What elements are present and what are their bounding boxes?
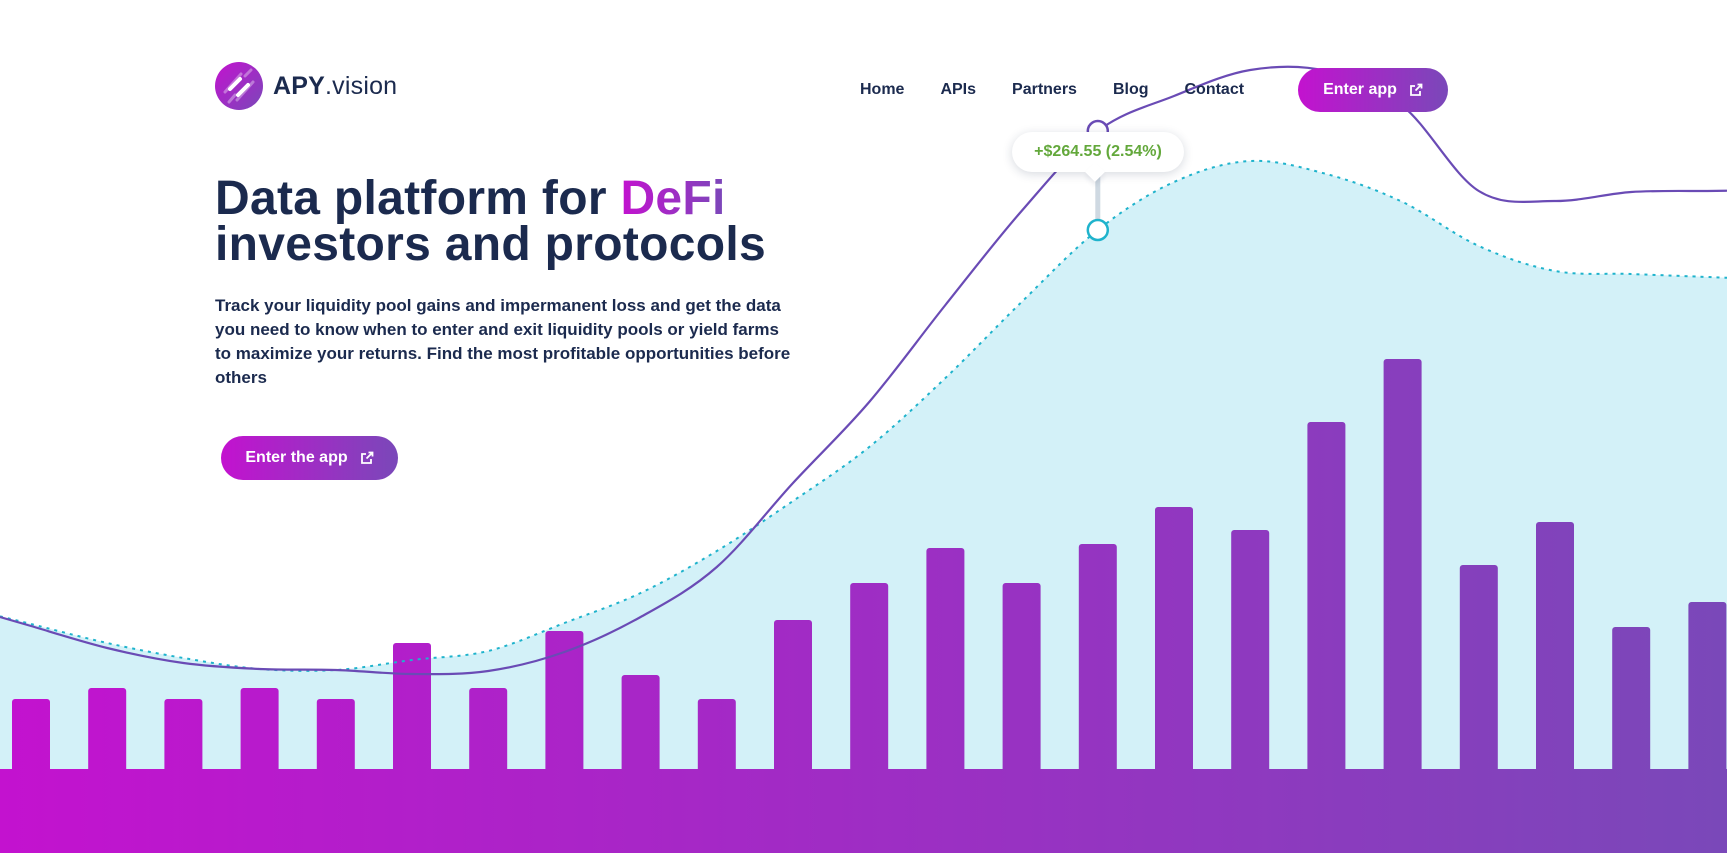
logo-brand-bold: APY xyxy=(273,71,326,100)
enter-app-button-label: Enter app xyxy=(1323,81,1397,98)
chart-bar xyxy=(621,675,660,773)
main-nav: Home APIs Partners Blog Contact xyxy=(860,68,1280,112)
enter-the-app-button[interactable]: Enter the app xyxy=(221,436,398,480)
chart-bar xyxy=(164,699,203,773)
chart-bar xyxy=(393,643,431,773)
nav-link-contact[interactable]: Contact xyxy=(1185,68,1245,112)
chart-bar xyxy=(240,688,279,773)
chart-bar xyxy=(1383,359,1422,773)
external-link-icon xyxy=(360,451,374,464)
chart-baseline-band xyxy=(0,769,1727,853)
chart-bar xyxy=(697,699,736,773)
logo-brand-rest: .vision xyxy=(325,71,398,100)
hero-title-line2: investors and protocols xyxy=(215,218,767,271)
logo-link[interactable]: APY.vision xyxy=(215,62,397,110)
hero-description: Track your liquidity pool gains and impe… xyxy=(215,296,791,387)
chart-bar xyxy=(850,583,889,773)
chart-bar xyxy=(1307,422,1346,773)
enter-the-app-button-label: Enter the app xyxy=(245,449,348,466)
hero-section: Data platform for DeFi investors and pro… xyxy=(215,175,835,390)
chart-bar xyxy=(1536,522,1574,773)
chart-bar xyxy=(926,548,965,773)
nav-link-home[interactable]: Home xyxy=(860,68,904,112)
chart-bar xyxy=(469,688,508,773)
nav-link-partners[interactable]: Partners xyxy=(1012,68,1077,112)
gain-tooltip: +$264.55 (2.54%) xyxy=(1012,132,1184,172)
chart-bar xyxy=(316,699,355,773)
chart-bar xyxy=(12,699,50,773)
chart-bar xyxy=(88,688,127,773)
chart-bar xyxy=(1688,602,1727,773)
chart-bar xyxy=(1155,507,1193,773)
apy-logo-icon xyxy=(215,62,263,110)
chart-bar xyxy=(1612,627,1651,773)
external-link-icon xyxy=(1409,83,1423,96)
nav-link-apis[interactable]: APIs xyxy=(940,68,976,112)
nav-link-blog[interactable]: Blog xyxy=(1113,68,1149,112)
chart-bar xyxy=(1078,544,1117,773)
hero-title: Data platform for DeFi investors and pro… xyxy=(215,175,835,271)
site-header: APY.vision Home APIs Partners Blog Conta… xyxy=(0,0,1727,180)
logo-text: APY.vision xyxy=(273,72,397,101)
chart-bar xyxy=(1231,530,1270,773)
chart-bar xyxy=(1002,583,1041,773)
chart-marker-dotted xyxy=(1086,218,1110,242)
gain-tooltip-text: +$264.55 (2.54%) xyxy=(1034,143,1162,160)
chart-bar xyxy=(1459,565,1498,773)
chart-bar xyxy=(774,620,812,773)
enter-app-button[interactable]: Enter app xyxy=(1298,68,1448,112)
